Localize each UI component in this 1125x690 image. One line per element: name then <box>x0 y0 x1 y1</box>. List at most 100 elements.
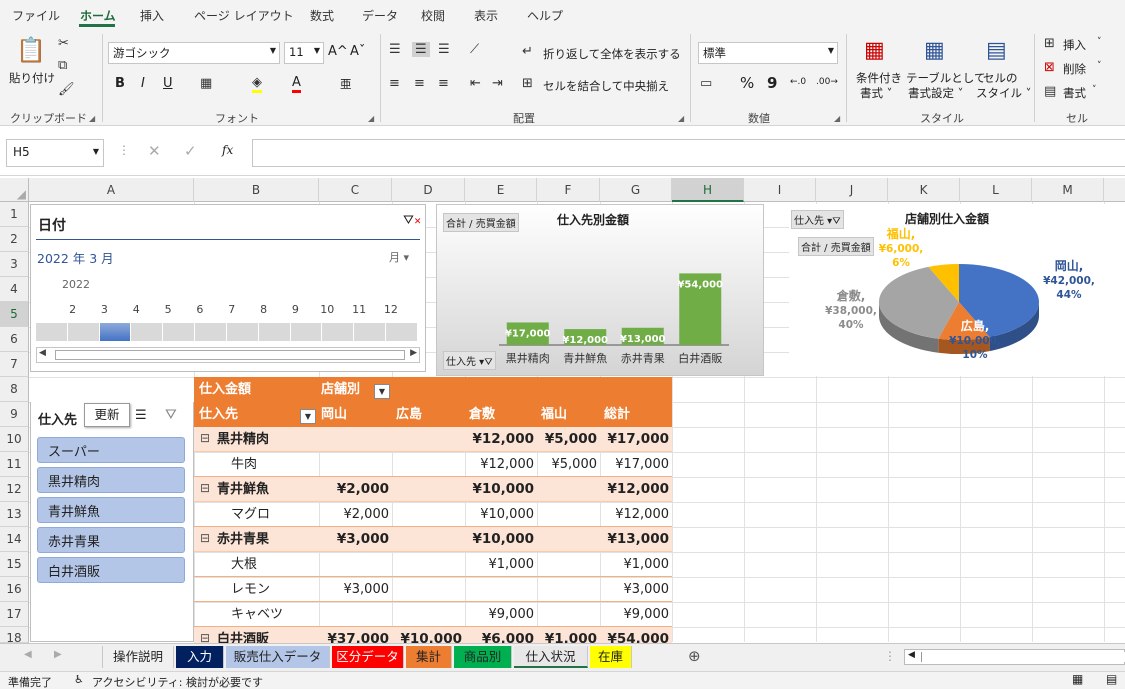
timeline-month-label[interactable]: 7 <box>216 303 248 316</box>
row-header[interactable]: 7 <box>0 352 29 377</box>
conditional-format-icon[interactable]: ▦ <box>864 38 885 63</box>
refresh-button[interactable]: 更新 <box>84 403 130 427</box>
number-format-select[interactable]: 標準 ▼ <box>698 42 838 64</box>
menu-view[interactable]: 表示 <box>474 7 498 24</box>
row-header[interactable]: 8 <box>0 377 29 402</box>
align-bottom-icon[interactable]: ☰ <box>438 42 450 57</box>
clear-filter-icon[interactable]: ⛛ <box>165 407 177 423</box>
add-sheet-icon[interactable]: ⊕ <box>688 647 701 665</box>
row-header[interactable]: 12 <box>0 477 29 502</box>
delete-cells-button[interactable]: 削除 <box>1063 61 1086 77</box>
timeline-month-label[interactable]: 5 <box>152 303 184 316</box>
row-header[interactable]: 18 <box>0 627 29 643</box>
conditional-format-line2[interactable]: 書式 ˅ <box>860 85 892 101</box>
chevron-down-icon[interactable]: ˅ <box>1097 37 1102 47</box>
timeline-month-cell[interactable] <box>323 323 355 341</box>
menu-formulas[interactable]: 数式 <box>310 7 334 24</box>
row-header[interactable]: 6 <box>0 327 29 352</box>
increase-decimal-button[interactable]: ←.0 <box>790 77 806 87</box>
row-filter-dropdown[interactable]: ▼ <box>300 409 316 424</box>
merge-icon[interactable]: ⊞ <box>522 76 533 91</box>
percent-button[interactable]: % <box>740 74 754 92</box>
font-size-select[interactable]: 11 ▼ <box>284 42 324 64</box>
chevron-down-icon[interactable]: ˅ <box>1092 85 1097 95</box>
formula-input[interactable] <box>252 139 1125 167</box>
row-header[interactable]: 15 <box>0 552 29 577</box>
timeline-month-cell[interactable] <box>132 323 164 341</box>
indent-increase-icon[interactable]: ⇥ <box>492 76 503 91</box>
timeline-month-label[interactable]: 12 <box>375 303 407 316</box>
timeline-month-cell[interactable] <box>386 323 418 341</box>
row-header[interactable]: 17 <box>0 602 29 627</box>
row-header[interactable]: 2 <box>0 227 29 252</box>
row-header[interactable]: 1 <box>0 202 29 227</box>
slicer-item[interactable]: 赤井青果 <box>37 527 185 553</box>
cell-styles-icon[interactable]: ▤ <box>986 38 1007 63</box>
indent-decrease-icon[interactable]: ⇤ <box>470 76 481 91</box>
conditional-format-line1[interactable]: 条件付き <box>856 70 902 86</box>
cell-styles-line1[interactable]: セルの <box>983 70 1018 86</box>
align-left-icon[interactable]: ≡ <box>389 76 400 91</box>
enter-icon[interactable]: ✓ <box>184 142 197 160</box>
paste-icon[interactable]: 📋 <box>14 36 48 66</box>
alignment-launcher-icon[interactable]: ◢ <box>678 114 684 123</box>
font-color-button[interactable]: A <box>292 75 301 93</box>
border-icon[interactable]: ▦ <box>200 76 212 91</box>
insert-cells-button[interactable]: 挿入 <box>1063 37 1086 53</box>
timeline-month-cell[interactable] <box>259 323 291 341</box>
horizontal-scrollbar[interactable]: ◀ <box>904 649 1125 665</box>
format-table-line1[interactable]: テーブルとして <box>906 70 985 86</box>
timeline-unit-select[interactable]: 月 ▾ <box>389 249 409 265</box>
insert-function-button[interactable]: fx <box>222 143 233 157</box>
timeline-month-cell[interactable] <box>291 323 323 341</box>
grow-font-button[interactable]: A^ <box>328 44 348 59</box>
align-center-icon[interactable]: ≡ <box>414 76 425 91</box>
font-name-select[interactable]: 游ゴシック ▼ <box>108 42 280 64</box>
copy-icon[interactable]: ⧉ <box>58 58 67 73</box>
accessibility-status[interactable]: アクセシビリティ: 検討が必要です <box>92 674 263 690</box>
align-right-icon[interactable]: ≡ <box>438 76 449 91</box>
align-middle-icon[interactable]: ☰ <box>412 42 430 57</box>
scroll-tabs-left-icon[interactable]: ◀ <box>24 649 32 660</box>
menu-review[interactable]: 校閲 <box>421 7 445 24</box>
accessibility-icon[interactable]: ♿ <box>74 673 84 686</box>
chevron-down-icon[interactable]: ˅ <box>1097 61 1102 71</box>
column-header[interactable]: F <box>537 178 600 202</box>
timeline-month-cell[interactable] <box>163 323 196 341</box>
sheet-tab[interactable]: 販売仕入データ <box>226 646 330 668</box>
name-box[interactable]: H5 ▼ <box>6 139 104 167</box>
timeline-month-label[interactable]: 4 <box>120 303 152 316</box>
currency-icon[interactable]: ▭ <box>700 76 712 91</box>
column-header[interactable]: G <box>600 178 672 202</box>
timeline-bar[interactable] <box>36 323 418 341</box>
sheet-tab[interactable]: 集計 <box>406 646 452 668</box>
decrease-decimal-button[interactable]: .00→ <box>816 77 838 87</box>
timeline-slicer[interactable]: 日付 ⛛✕ 2022 年 3 月 月 ▾ 2022 2 3 4 5 6 7 8 9 10 11 12… <box>30 204 426 372</box>
underline-button[interactable]: U <box>163 76 173 91</box>
timeline-month-cell[interactable] <box>354 323 387 341</box>
column-header[interactable]: L <box>960 178 1032 202</box>
bold-button[interactable]: B <box>115 76 125 91</box>
axis-field-button[interactable]: 仕入先 ▾⛛ <box>443 351 496 370</box>
phonetic-button[interactable]: 亜 <box>340 76 352 92</box>
menu-page-layout[interactable]: ページ レイアウト <box>194 7 294 24</box>
timeline-month-label[interactable]: 2 <box>57 303 89 316</box>
sheet-tab[interactable]: 商品別 <box>454 646 512 668</box>
row-header[interactable]: 16 <box>0 577 29 602</box>
column-header[interactable]: C <box>319 178 392 202</box>
timeline-month-cell[interactable] <box>36 323 68 341</box>
select-all-corner[interactable]: ◢ <box>0 178 29 202</box>
menu-help[interactable]: ヘルプ <box>527 7 563 24</box>
cancel-icon[interactable]: ✕ <box>148 142 161 160</box>
delete-cells-icon[interactable]: ⊠ <box>1044 60 1055 75</box>
wrap-text-icon[interactable]: ↵ <box>522 44 533 59</box>
cut-icon[interactable]: ✂ <box>58 36 69 51</box>
timeline-month-label[interactable]: 8 <box>248 303 280 316</box>
format-table-line2[interactable]: 書式設定 ˅ <box>908 85 963 101</box>
comma-button[interactable]: 9 <box>767 74 777 92</box>
column-header[interactable]: M <box>1032 178 1104 202</box>
paste-button[interactable]: 貼り付け <box>9 70 55 86</box>
normal-view-icon[interactable]: ▦ <box>1072 672 1083 686</box>
clear-filter-icon[interactable]: ⛛✕ <box>403 213 421 228</box>
column-header[interactable]: B <box>194 178 319 202</box>
